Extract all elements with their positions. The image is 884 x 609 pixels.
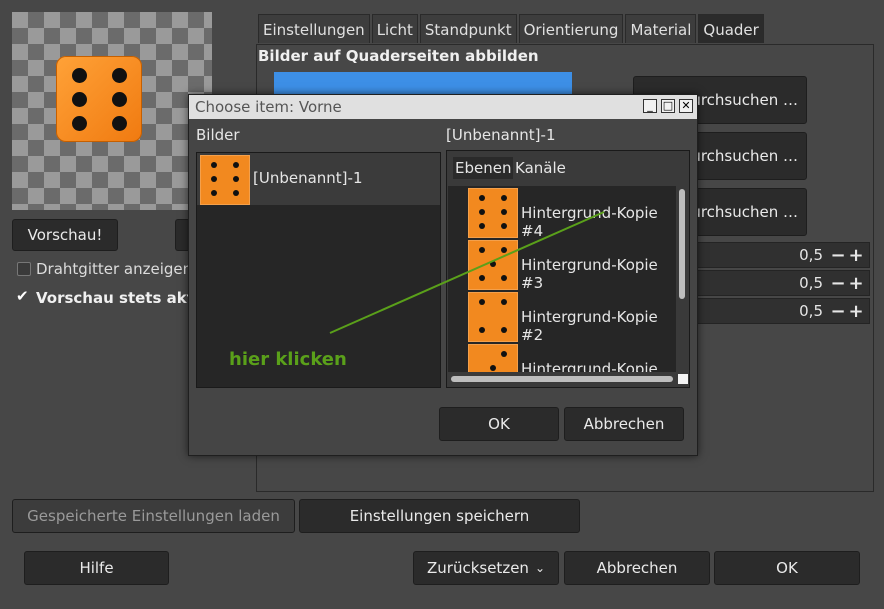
choose-item-dialog: Choose item: Vorne _ □ ✕ Bilder [Unbenan… [188,94,698,456]
list-item-layer-3[interactable]: Hintergrund-Kopie #3 [448,240,676,292]
tab-quader[interactable]: Quader [698,14,764,43]
front-selector[interactable] [274,72,572,96]
layers-panel: Ebenen Kanäle Hintergrund-Kopie #4 Hinte… [446,150,690,388]
image-thumbnail [200,155,250,205]
dialog-title: Choose item: Vorne [195,98,342,116]
tab-licht[interactable]: Licht [371,14,418,43]
spin-value-1: 0,5 [799,246,823,264]
minus-icon[interactable]: − [829,245,847,266]
browse-label-2: urchsuchen … [691,147,798,165]
die-preview-image [56,56,142,142]
annotation-text: hier klicken [229,349,347,370]
reset-button[interactable]: Zurücksetzen ⌄ [413,551,559,585]
tab-standpunkt[interactable]: Standpunkt [419,14,517,43]
minimize-icon[interactable]: _ [643,99,657,113]
minus-icon[interactable]: − [829,273,847,294]
preview-canvas [12,12,212,210]
size-spinner-3[interactable]: 0,5 − + [696,298,870,324]
wireframe-checkbox[interactable] [17,262,31,276]
list-item-layer-4[interactable]: Hintergrund-Kopie #4 [448,188,676,240]
layer-thumbnail [468,292,518,342]
reset-label: Zurücksetzen [427,559,529,577]
preview-button[interactable]: Vorschau! [12,219,118,251]
browse-label-1: urchsuchen … [691,91,798,109]
plus-icon[interactable]: + [847,301,865,322]
tab-kanaele[interactable]: Kanäle [513,157,568,179]
layer-name: Hintergrund-Kopie #3 [521,256,658,292]
layer-thumbnail [468,188,518,238]
plus-icon[interactable]: + [847,245,865,266]
settings-tabs: Einstellungen Licht Standpunkt Orientier… [258,14,766,43]
list-item-layer-1[interactable]: Hintergrund-Kopie #1 [448,344,676,372]
layer-name: Hintergrund-Kopie #2 [521,308,658,344]
layer-thumbnail [468,344,518,372]
load-settings-button[interactable]: Gespeicherte Einstellungen laden [12,499,295,533]
layer-name: Hintergrund-Kopie #4 [521,204,658,240]
horizontal-scrollbar[interactable] [451,376,673,382]
close-icon[interactable]: ✕ [679,99,693,113]
browse-label-3: urchsuchen … [691,203,798,221]
quader-heading: Bilder auf Quaderseiten abbilden [258,47,539,65]
spin-value-3: 0,5 [799,302,823,320]
layer-name: Hintergrund-Kopie #1 [521,360,658,372]
wireframe-label: Drahtgitter anzeigen [36,260,193,278]
save-settings-button[interactable]: Einstellungen speichern [299,499,580,533]
scroll-corner [678,374,688,384]
help-button[interactable]: Hilfe [24,551,169,585]
cancel-button[interactable]: Abbrechen [564,551,710,585]
tab-ebenen[interactable]: Ebenen [453,157,514,179]
image-name: [Unbenannt]-1 [253,169,363,187]
tab-einstellungen[interactable]: Einstellungen [258,14,370,43]
minus-icon[interactable]: − [829,301,847,322]
spin-value-2: 0,5 [799,274,823,292]
vertical-scrollbar[interactable] [679,189,685,299]
check-icon[interactable]: ✔ [16,287,29,305]
layer-thumbnail [468,240,518,290]
dialog-cancel-button[interactable]: Abbrechen [564,407,684,441]
dialog-titlebar[interactable]: Choose item: Vorne _ □ ✕ [189,95,697,119]
images-label: Bilder [196,126,240,144]
always-preview-label: Vorschau stets aktu [36,289,205,307]
list-item-image[interactable]: [Unbenannt]-1 [197,153,440,205]
tab-material[interactable]: Material [625,14,697,43]
chevron-down-icon: ⌄ [534,561,545,575]
ok-button[interactable]: OK [714,551,860,585]
layers-list: Hintergrund-Kopie #4 Hintergrund-Kopie #… [448,186,676,372]
size-spinner-1[interactable]: 0,5 − + [696,242,870,268]
dialog-ok-button[interactable]: OK [439,407,559,441]
list-item-layer-2[interactable]: Hintergrund-Kopie #2 [448,292,676,344]
tab-orientierung[interactable]: Orientierung [518,14,624,43]
layers-image-label: [Unbenannt]-1 [446,126,556,144]
size-spinner-2[interactable]: 0,5 − + [696,270,870,296]
maximize-icon[interactable]: □ [661,99,675,113]
plus-icon[interactable]: + [847,273,865,294]
